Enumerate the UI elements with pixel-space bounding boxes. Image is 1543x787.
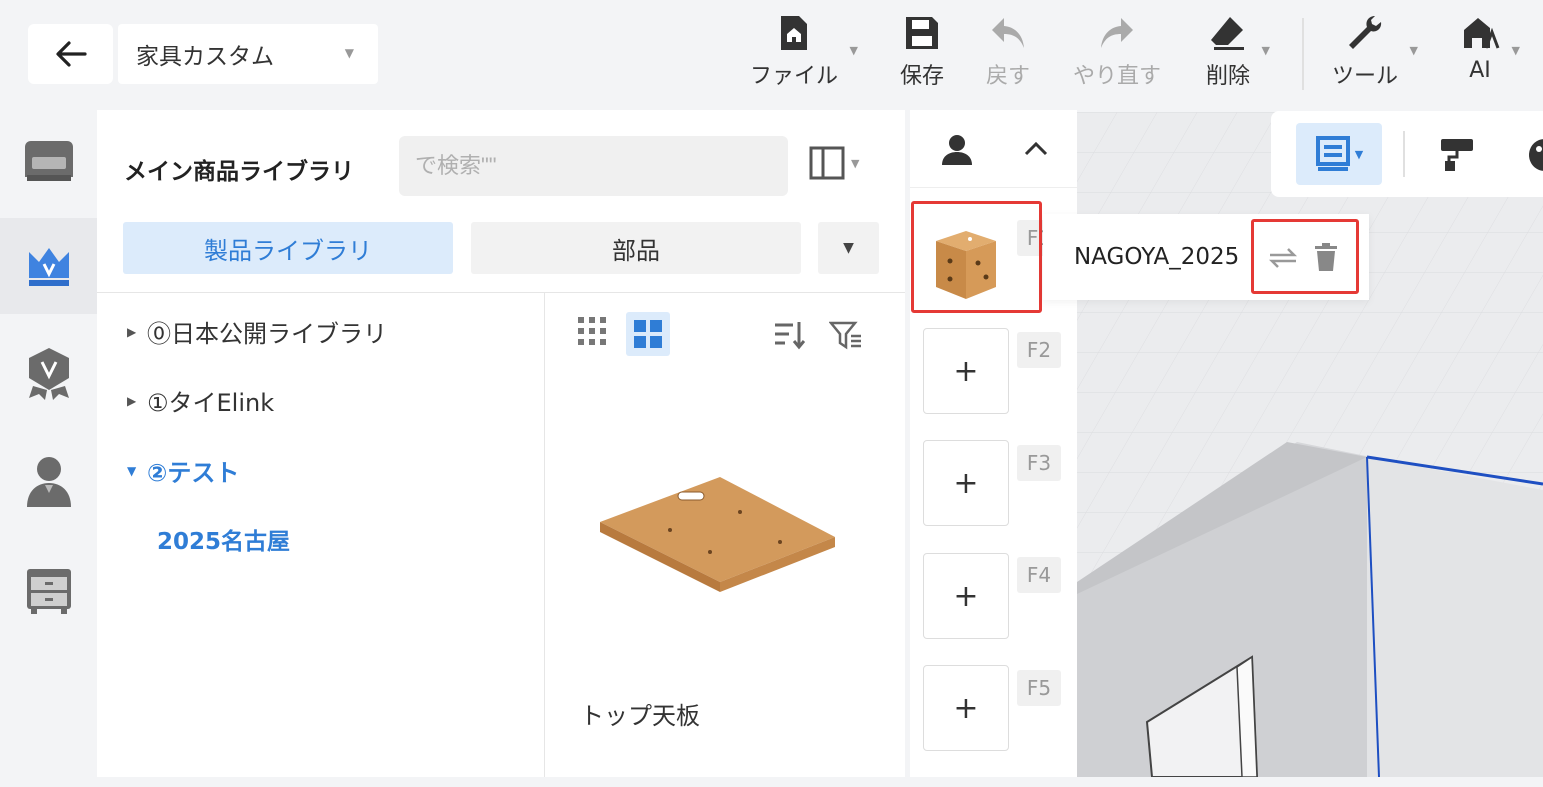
filter-button[interactable] bbox=[828, 320, 863, 354]
tree-item-nagoya-2025[interactable]: 2025名古屋 bbox=[157, 522, 290, 556]
save-icon bbox=[906, 17, 938, 49]
chevron-down-icon: ▼ bbox=[1409, 44, 1419, 57]
ai-menu-label: AI bbox=[1469, 58, 1491, 83]
chevron-down-icon: ▼ bbox=[1511, 44, 1520, 57]
sofa-icon bbox=[24, 141, 73, 181]
save-label: 保存 bbox=[900, 64, 945, 89]
tree-item-japan-public-library[interactable]: ▶ ⓪日本公開ライブラリ bbox=[127, 314, 387, 349]
floor-key-f3: F3 bbox=[1017, 445, 1061, 481]
tools-menu-button[interactable]: ツール ▼ bbox=[1332, 14, 1418, 90]
tab-product-library[interactable]: 製品ライブラリ bbox=[123, 222, 453, 274]
floor-slot-f5[interactable]: + bbox=[923, 665, 1009, 751]
file-menu-label: ファイル bbox=[750, 64, 839, 89]
caret-down-icon: ▼ bbox=[843, 240, 854, 256]
top-toolbar: 家具カスタム ▼ ファイル ▼ 保存 戻す やり直す 削除 ▼ ツール ▼ AI… bbox=[0, 0, 1543, 110]
tree-item-thai-elink[interactable]: ▶ ①タイElink bbox=[127, 383, 274, 418]
product-thumbnail bbox=[600, 477, 835, 592]
chevron-down-icon: ▼ bbox=[1354, 147, 1364, 161]
chevron-down-icon: ▼ bbox=[344, 46, 354, 60]
floor-name: NAGOYA_2025 bbox=[1074, 244, 1240, 270]
floor-slot-f3[interactable]: + bbox=[923, 440, 1009, 526]
panel-divider bbox=[97, 292, 905, 293]
split-panel-icon bbox=[809, 146, 845, 180]
floor-slot-f2[interactable]: + bbox=[923, 328, 1009, 414]
view-list-button[interactable] bbox=[577, 316, 607, 350]
toolbar-divider bbox=[1403, 131, 1405, 177]
sidebar-item-library[interactable] bbox=[0, 218, 97, 314]
small-grid-icon bbox=[578, 317, 606, 345]
floor-key-f2: F2 bbox=[1017, 332, 1061, 368]
3d-viewport[interactable] bbox=[1077, 112, 1543, 777]
project-selector[interactable]: 家具カスタム ▼ bbox=[118, 24, 378, 84]
paint-roller-icon[interactable] bbox=[1439, 137, 1477, 173]
highlight-box bbox=[1251, 219, 1359, 294]
tabs-more-dropdown[interactable]: ▼ bbox=[818, 222, 879, 274]
tree-item-label: ②テスト bbox=[147, 459, 240, 487]
floor-key-f4: F4 bbox=[1017, 557, 1061, 593]
caret-right-icon: ▶ bbox=[127, 393, 137, 408]
tree-item-label: ①タイElink bbox=[147, 389, 275, 417]
large-grid-icon bbox=[634, 320, 662, 348]
undo-label: 戻す bbox=[986, 64, 1031, 89]
filter-icon bbox=[828, 321, 861, 350]
delete-label: 削除 bbox=[1206, 64, 1251, 89]
panel-layout-toggle[interactable]: ▼ bbox=[809, 146, 859, 180]
view-mode-button[interactable]: ▼ bbox=[1296, 123, 1382, 185]
crown-icon bbox=[28, 248, 69, 286]
viewport-scene bbox=[1077, 112, 1543, 777]
product-card[interactable] bbox=[580, 382, 836, 672]
tools-menu-label: ツール bbox=[1332, 64, 1399, 89]
caret-down-icon: ▼ bbox=[127, 463, 137, 478]
furniture-view-icon bbox=[1315, 136, 1350, 171]
file-menu-button[interactable]: ファイル ▼ bbox=[750, 14, 858, 90]
highlight-box bbox=[911, 201, 1042, 313]
ai-house-icon bbox=[1464, 18, 1500, 49]
floor-strip-header bbox=[910, 110, 1077, 188]
sidebar-item-vip[interactable] bbox=[0, 326, 97, 422]
library-panel: メイン商品ライブラリ ▼ 製品ライブラリ 部品 ▼ ▶ ⓪日本公開ライブラリ ▶… bbox=[97, 110, 905, 777]
user-icon bbox=[26, 457, 71, 507]
panel-column-divider bbox=[544, 292, 545, 777]
sort-icon bbox=[775, 322, 806, 350]
delete-button[interactable]: 削除 ▼ bbox=[1206, 14, 1270, 90]
floor-slot-f4[interactable]: + bbox=[923, 553, 1009, 639]
tab-parts[interactable]: 部品 bbox=[471, 222, 801, 274]
chevron-down-icon: ▼ bbox=[1261, 44, 1271, 57]
sidebar-item-user[interactable] bbox=[0, 434, 97, 530]
view-grid-button[interactable] bbox=[626, 312, 670, 356]
redo-icon bbox=[1101, 18, 1133, 48]
chevron-down-icon: ▼ bbox=[851, 156, 860, 170]
badge-v-icon bbox=[28, 348, 69, 400]
save-button[interactable]: 保存 bbox=[900, 14, 944, 90]
sidebar-item-furniture[interactable] bbox=[0, 112, 97, 208]
sidebar-item-cabinet[interactable] bbox=[0, 542, 97, 638]
redo-label: やり直す bbox=[1073, 64, 1162, 89]
redo-button[interactable]: やり直す bbox=[1073, 14, 1161, 90]
product-card-label: トップ天板 bbox=[580, 702, 700, 730]
wrench-icon bbox=[1349, 16, 1382, 49]
toolbar-divider bbox=[1302, 18, 1304, 90]
undo-button[interactable]: 戻す bbox=[986, 14, 1030, 90]
caret-right-icon: ▶ bbox=[127, 324, 137, 339]
tree-item-test[interactable]: ▼ ②テスト bbox=[127, 453, 239, 488]
tree-item-label: ⓪日本公開ライブラリ bbox=[147, 320, 387, 348]
file-home-icon bbox=[781, 16, 807, 50]
viewport-toolbar: ▼ bbox=[1271, 111, 1543, 197]
palette-icon[interactable] bbox=[1527, 137, 1543, 173]
arrow-left-icon bbox=[55, 41, 87, 67]
cabinet-icon bbox=[26, 569, 71, 614]
eraser-icon bbox=[1211, 17, 1244, 50]
back-button[interactable] bbox=[28, 24, 113, 84]
person-icon[interactable] bbox=[940, 134, 974, 166]
library-title: メイン商品ライブラリ bbox=[124, 159, 354, 185]
floor-key-f5: F5 bbox=[1017, 670, 1061, 706]
project-name: 家具カスタム bbox=[136, 44, 274, 70]
library-search-input[interactable] bbox=[399, 136, 788, 196]
undo-icon bbox=[992, 18, 1024, 48]
left-icon-rail bbox=[0, 110, 97, 777]
chevron-down-icon: ▼ bbox=[849, 44, 859, 57]
ai-menu-button[interactable]: AI ▼ bbox=[1460, 14, 1520, 83]
sort-button[interactable] bbox=[773, 320, 806, 354]
chevron-up-icon[interactable] bbox=[1024, 140, 1048, 156]
